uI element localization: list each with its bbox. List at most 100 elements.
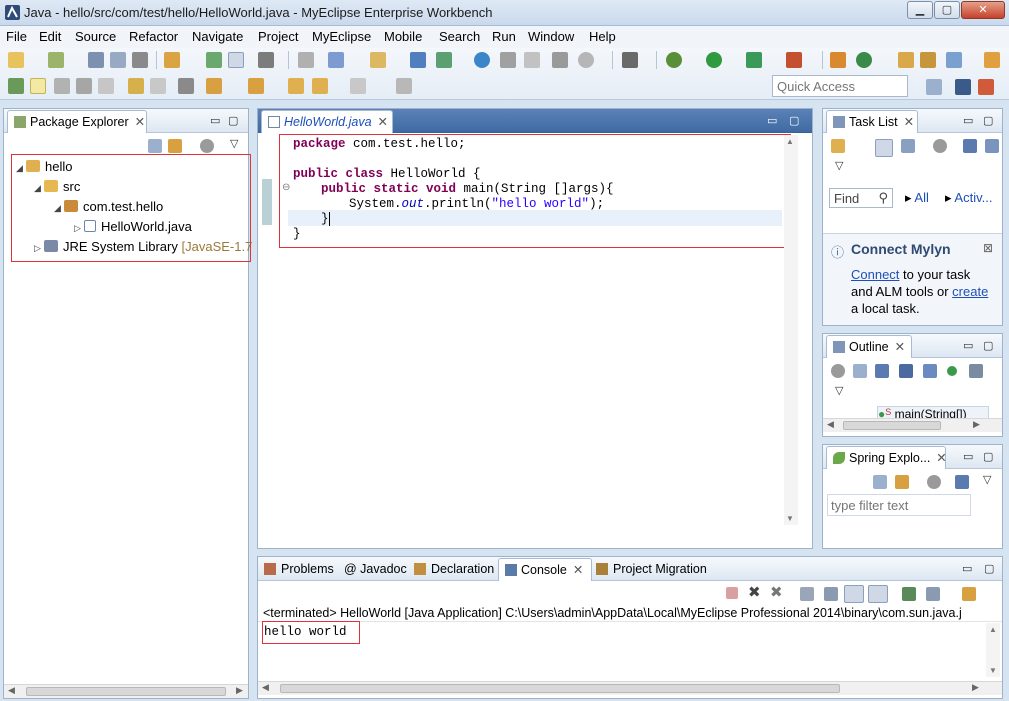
maximize-icon[interactable]: ▢ (983, 339, 993, 352)
search-toolbar-icon[interactable] (946, 52, 962, 68)
find-input[interactable]: Find ⚲ (829, 188, 893, 208)
mark-occurrences-icon[interactable] (30, 78, 46, 94)
bean-icon[interactable] (370, 52, 386, 68)
grid-icon[interactable] (552, 52, 568, 68)
maximize-icon[interactable]: ▢ (983, 114, 993, 127)
display-console-icon[interactable] (926, 587, 940, 601)
open-console-icon[interactable] (962, 587, 976, 601)
minimize-button[interactable]: ▁ (907, 1, 933, 19)
filter-input[interactable] (827, 494, 971, 516)
menu-refactor[interactable]: Refactor (129, 29, 178, 44)
deploy-icon[interactable] (164, 52, 180, 68)
hide-completed-icon[interactable] (963, 139, 977, 153)
view-menu-icon[interactable]: ▽ (835, 159, 843, 172)
tab-task-list[interactable]: Task List ✕ (826, 110, 918, 133)
activate-filter[interactable]: ▸ Activ... (945, 190, 992, 206)
paste-icon[interactable] (524, 52, 540, 68)
hide-local-types-icon[interactable] (969, 364, 983, 378)
new-task-icon[interactable] (831, 139, 845, 153)
debug-icon[interactable] (666, 52, 682, 68)
show-whitespace-icon[interactable] (76, 78, 92, 94)
minimize-icon[interactable]: ▭ (210, 114, 220, 127)
menu-navigate[interactable]: Navigate (192, 29, 243, 44)
hammer-icon[interactable] (258, 52, 274, 68)
close-tab-icon[interactable]: ✕ (378, 115, 388, 129)
menu-edit[interactable]: Edit (39, 29, 61, 44)
menu-run[interactable]: Run (492, 29, 516, 44)
calendar-icon[interactable] (298, 52, 314, 68)
save-icon[interactable] (88, 52, 104, 68)
tab-console[interactable]: Console ✕ (498, 558, 592, 581)
console-horizontal-scrollbar[interactable]: ◀ ▶ (258, 681, 1002, 695)
back-icon[interactable] (288, 78, 304, 94)
tab-helloworld-java[interactable]: HelloWorld.java ✕ (261, 110, 393, 133)
hide-static-icon[interactable] (923, 364, 937, 378)
hide-nonpublic-icon[interactable] (947, 366, 957, 376)
close-tab-icon[interactable]: ✕ (936, 451, 946, 465)
all-filter[interactable]: ▸ All (905, 190, 929, 206)
scroll-thumb[interactable] (843, 421, 941, 430)
menu-search[interactable]: Search (439, 29, 480, 44)
menu-help[interactable]: Help (589, 29, 616, 44)
link-editor-icon[interactable] (895, 475, 909, 489)
minimize-icon[interactable]: ▭ (767, 114, 777, 127)
back-arrow-icon[interactable] (312, 78, 328, 94)
block-selection-icon[interactable] (54, 78, 70, 94)
java-perspective-icon[interactable] (978, 79, 994, 95)
tab-problems[interactable]: Problems (264, 562, 334, 576)
new-java-icon[interactable] (856, 52, 872, 68)
view-menu-icon[interactable]: ▽ (230, 137, 238, 150)
next-annotation-icon[interactable] (128, 78, 144, 94)
scroll-left-icon[interactable]: ◀ (262, 682, 269, 693)
maximize-icon[interactable]: ▢ (228, 114, 238, 127)
scroll-down-icon[interactable]: ▼ (989, 666, 997, 675)
settings-icon[interactable] (578, 52, 594, 68)
tab-outline[interactable]: Outline ✕ (826, 335, 912, 358)
pin-editor-icon[interactable] (396, 78, 412, 94)
filter-icon[interactable] (200, 139, 214, 153)
collapse-all-icon[interactable] (148, 139, 162, 153)
coverage-icon[interactable] (746, 52, 762, 68)
camera-icon[interactable] (622, 52, 638, 68)
collapse-all-icon[interactable] (853, 364, 867, 378)
tab-package-explorer[interactable]: Package Explorer ✕ (7, 110, 147, 133)
print-icon[interactable] (132, 52, 148, 68)
remove-launch-icon[interactable]: ✖ (748, 583, 761, 601)
terminate-icon[interactable] (726, 587, 738, 599)
myeclipse-perspective-icon[interactable] (955, 79, 971, 95)
mobile-icon[interactable] (410, 52, 426, 68)
scheduled-icon[interactable] (901, 139, 915, 153)
wand-icon[interactable] (328, 52, 344, 68)
scroll-right-icon[interactable]: ▶ (973, 419, 980, 430)
close-tab-icon[interactable]: ✕ (135, 115, 145, 129)
scroll-up-icon[interactable]: ▲ (786, 137, 794, 146)
scroll-down-icon[interactable]: ▼ (786, 514, 794, 523)
remove-all-icon[interactable]: ✖ (770, 583, 783, 601)
close-tab-icon[interactable]: ✕ (904, 115, 914, 129)
focus-icon[interactable] (831, 364, 845, 378)
menu-window[interactable]: Window (528, 29, 574, 44)
scroll-thumb[interactable] (280, 684, 840, 693)
pin-icon[interactable] (8, 78, 24, 94)
menu-file[interactable]: File (6, 29, 27, 44)
scroll-lock-icon[interactable] (824, 587, 838, 601)
maximize-icon[interactable]: ▢ (984, 562, 994, 575)
open-type-icon[interactable] (898, 52, 914, 68)
link-editor-icon[interactable] (168, 139, 182, 153)
new-project-icon[interactable] (48, 52, 64, 68)
close-tab-icon[interactable]: ✕ (573, 563, 583, 577)
connect-link[interactable]: Connect (851, 267, 899, 282)
show-stdout-icon[interactable] (844, 585, 864, 603)
view-menu-icon[interactable]: ▽ (835, 384, 843, 397)
paragraph-icon[interactable] (98, 78, 114, 94)
export-icon[interactable] (436, 52, 452, 68)
close-button[interactable]: ✕ (961, 1, 1005, 19)
run-icon[interactable] (706, 52, 722, 68)
open-folder-icon[interactable] (920, 52, 936, 68)
menu-mobile[interactable]: Mobile (384, 29, 422, 44)
globe-icon[interactable] (474, 52, 490, 68)
close-icon[interactable]: ⊠ (983, 241, 993, 255)
sort-icon[interactable] (875, 364, 889, 378)
last-edit-icon[interactable] (248, 78, 264, 94)
minimize-icon[interactable]: ▭ (963, 450, 973, 463)
